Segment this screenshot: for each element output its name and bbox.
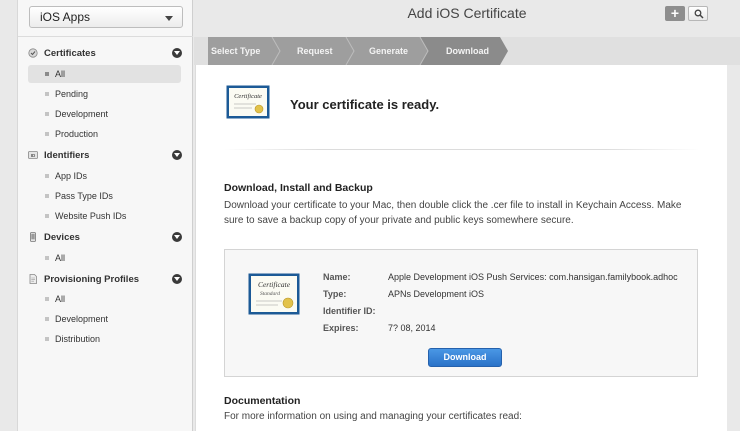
page-title: Add iOS Certificate: [407, 5, 527, 21]
sidebar-section-label: Certificates: [44, 48, 96, 59]
sidebar-item-label: All: [55, 253, 66, 263]
divider: [18, 36, 193, 37]
sidebar-item-label: App IDs: [55, 171, 88, 181]
bullet-icon: [45, 256, 49, 260]
content-panel: Certificate Your certificate is ready. D…: [195, 65, 727, 431]
certificate-image: Certificate Standard: [248, 273, 300, 315]
bullet-icon: [45, 297, 49, 301]
sidebar-item-profiles-distribution[interactable]: Distribution: [28, 330, 181, 348]
certificate-icon: [28, 48, 38, 58]
sidebar-section-label: Provisioning Profiles: [44, 274, 140, 285]
sidebar-item-website-push-ids[interactable]: Website Push IDs: [28, 207, 181, 225]
chevron-down-icon[interactable]: [172, 232, 182, 242]
sidebar-section-devices[interactable]: Devices: [28, 230, 183, 246]
chevron-down-icon[interactable]: [172, 274, 182, 284]
download-section-description: Download your certificate to your Mac, t…: [224, 200, 682, 226]
sidebar-item-label: Website Push IDs: [55, 211, 127, 221]
expires-label: Expires:: [323, 323, 359, 333]
download-section-heading: Download, Install and Backup: [224, 182, 373, 194]
step-generate: Generate: [369, 46, 409, 56]
device-icon: [30, 232, 36, 242]
bullet-icon: [45, 92, 49, 96]
sidebar-item-label: All: [55, 69, 66, 79]
name-value: Apple Development iOS Push Services: com…: [388, 272, 678, 282]
sidebar-item-profiles-development[interactable]: Development: [28, 310, 181, 328]
identifier-id-label: Identifier ID:: [323, 306, 376, 316]
chevron-down-icon[interactable]: [172, 150, 182, 160]
sidebar-item-certificates-production[interactable]: Production: [28, 125, 181, 143]
documentation-heading: Documentation: [224, 395, 301, 407]
divider: [224, 149, 700, 150]
plus-icon: +: [670, 5, 680, 21]
step-request: Request: [297, 46, 333, 56]
main-panel: Add iOS Certificate + Select Type Reques…: [194, 0, 740, 431]
search-icon: [694, 9, 704, 19]
bullet-icon: [45, 317, 49, 321]
certificate-details-box: Certificate Standard Name: Apple Develop…: [224, 249, 698, 377]
sidebar: iOS Apps Certificates All Pending Develo…: [17, 0, 193, 431]
ready-message: Your certificate is ready.: [290, 97, 440, 112]
search-button[interactable]: [688, 6, 708, 21]
sidebar-item-label: Distribution: [55, 334, 101, 344]
sidebar-item-certificates-development[interactable]: Development: [28, 105, 181, 123]
type-value: APNs Development iOS: [388, 289, 485, 299]
progress-steps: Select Type Request Generate Download: [194, 37, 740, 65]
sidebar-item-label: Production: [55, 129, 99, 139]
expires-value: 7? 08, 2014: [388, 323, 436, 333]
chevron-down-icon: [165, 16, 173, 21]
bullet-icon: [45, 174, 49, 178]
bullet-icon: [45, 214, 49, 218]
id-card-icon: ID: [28, 151, 38, 159]
documentation-description: For more information on using and managi…: [224, 411, 522, 422]
bullet-icon: [45, 194, 49, 198]
download-button[interactable]: Download: [428, 348, 502, 367]
type-label: Type:: [323, 289, 347, 299]
sidebar-item-profiles-all[interactable]: All: [28, 290, 181, 308]
sidebar-item-label: Pending: [55, 89, 89, 99]
certificate-word: Certificate: [234, 93, 262, 100]
certificate-title: Certificate: [258, 280, 291, 289]
sidebar-item-devices-all[interactable]: All: [28, 249, 181, 267]
bullet-icon: [45, 337, 49, 341]
sidebar-section-certificates[interactable]: Certificates: [28, 46, 183, 62]
certificate-image: Certificate: [226, 85, 270, 119]
sidebar-section-identifiers[interactable]: ID Identifiers: [28, 148, 183, 164]
sidebar-item-label: All: [55, 294, 66, 304]
sidebar-item-app-ids[interactable]: App IDs: [28, 167, 181, 185]
sidebar-section-label: Identifiers: [44, 150, 90, 161]
add-button[interactable]: +: [665, 6, 685, 21]
bullet-icon: [45, 112, 49, 116]
sidebar-item-certificates-all[interactable]: All: [28, 65, 181, 83]
sidebar-section-provisioning-profiles[interactable]: Provisioning Profiles: [28, 272, 183, 288]
app-type-select[interactable]: iOS Apps: [29, 6, 183, 28]
document-icon: [29, 274, 37, 284]
chevron-down-icon[interactable]: [172, 48, 182, 58]
sidebar-item-label: Development: [55, 109, 109, 119]
bullet-icon: [45, 132, 49, 136]
step-select-type: Select Type: [211, 46, 261, 56]
name-label: Name:: [323, 272, 351, 282]
bullet-icon: [45, 72, 49, 76]
sidebar-item-pass-type-ids[interactable]: Pass Type IDs: [28, 187, 181, 205]
sidebar-item-certificates-pending[interactable]: Pending: [28, 85, 181, 103]
app-type-select-label: iOS Apps: [40, 10, 91, 24]
sidebar-item-label: Development: [55, 314, 109, 324]
sidebar-item-label: Pass Type IDs: [55, 191, 113, 201]
sidebar-section-label: Devices: [44, 232, 80, 243]
step-download: Download: [446, 46, 489, 56]
id-icon-text: ID: [31, 153, 36, 158]
certificate-subtitle: Standard: [260, 291, 280, 297]
